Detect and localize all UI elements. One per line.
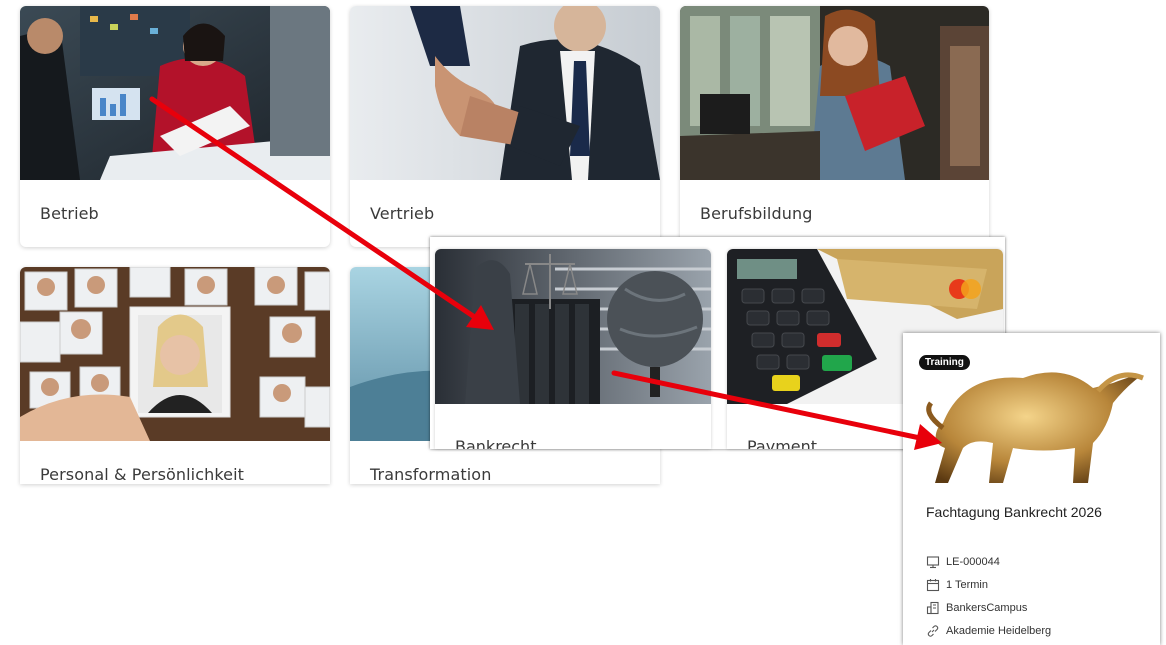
subcategory-card-bankrecht[interactable]: Bankrecht (435, 249, 711, 449)
meta-text: Akademie Heidelberg (946, 625, 1052, 637)
meta-course-id: LE-000044 (926, 555, 1000, 569)
building-icon (926, 601, 939, 615)
type-badge: Training (919, 355, 970, 370)
category-label: Berufsbildung (700, 204, 813, 223)
meta-text: LE-000044 (946, 556, 1000, 568)
meta-dates: 1 Termin (926, 578, 988, 592)
category-label: Personal & Persönlichkeit (40, 465, 245, 484)
meta-text: BankersCampus (946, 602, 1028, 614)
category-card-berufsbildung[interactable]: Berufsbildung (680, 6, 989, 247)
category-card-vertrieb[interactable]: Vertrieb (350, 6, 660, 247)
meta-provider: BankersCampus (926, 601, 1027, 615)
category-image-meeting (20, 6, 330, 180)
link-icon (927, 625, 939, 637)
subcategory-image-justice (435, 249, 711, 404)
calendar-icon (926, 579, 940, 592)
subcategory-label: Bankrecht (455, 437, 537, 449)
category-label: Betrieb (40, 204, 99, 223)
category-label: Transformation (370, 465, 492, 484)
meta-organizer: Akademie Heidelberg (926, 624, 1051, 638)
meta-text: 1 Termin (946, 579, 988, 591)
category-image-handshake (350, 6, 660, 180)
category-card-personal[interactable]: Personal & Persönlichkeit (20, 267, 330, 484)
category-image-photos (20, 267, 330, 441)
category-card-betrieb[interactable]: Betrieb (20, 6, 330, 247)
course-detail-card[interactable]: Training Fachtagung Bankrecht 2026 LE-00… (903, 333, 1160, 645)
course-title: Fachtagung Bankrecht 2026 (926, 504, 1102, 520)
monitor-icon (926, 556, 940, 569)
subcategory-label: Payment (747, 437, 818, 449)
category-label: Vertrieb (370, 204, 435, 223)
category-image-cafe (680, 6, 989, 180)
